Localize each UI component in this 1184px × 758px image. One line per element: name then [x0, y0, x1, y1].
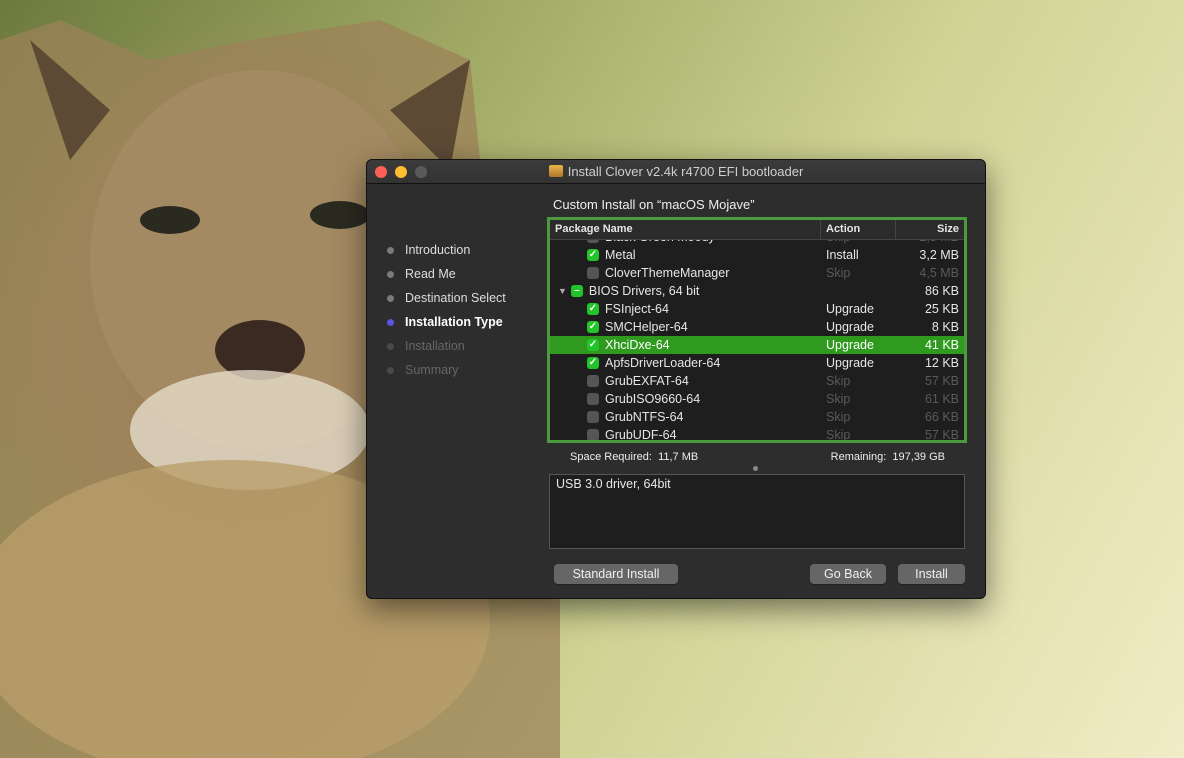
table-row[interactable]: GrubNTFS-64 Skip 66 KB: [550, 408, 964, 426]
package-checkbox[interactable]: [587, 375, 599, 387]
table-row[interactable]: ✓ Metal Install 3,2 MB: [550, 246, 964, 264]
title-bar[interactable]: Install Clover v2.4k r4700 EFI bootloade…: [367, 160, 985, 184]
step-label: Summary: [405, 363, 459, 377]
package-name: GrubNTFS-64: [605, 410, 684, 424]
step-bullet-icon: [387, 295, 394, 302]
package-name: XhciDxe-64: [605, 338, 670, 352]
minimize-button[interactable]: [395, 166, 407, 178]
package-action: Skip: [826, 410, 851, 424]
package-checkbox[interactable]: [587, 429, 599, 440]
space-required-label: Space Required:: [570, 451, 652, 463]
table-row[interactable]: ✓ FSInject-64 Upgrade 25 KB: [550, 300, 964, 318]
package-checkbox[interactable]: [587, 267, 599, 279]
package-size: 3,2 MB: [919, 248, 959, 262]
step-bullet-icon: [387, 271, 394, 278]
package-size: 66 KB: [924, 410, 959, 424]
window-title: Install Clover v2.4k r4700 EFI bootloade…: [567, 164, 804, 179]
package-size: 61 KB: [924, 392, 959, 406]
package-name: Metal: [605, 248, 636, 262]
step-label: Installation: [405, 339, 465, 353]
step-bullet-icon: [387, 343, 394, 350]
package-checkbox[interactable]: ✓: [587, 321, 599, 333]
table-row[interactable]: ▼ – BIOS Drivers, 64 bit 86 KB: [550, 282, 964, 300]
package-size: 57 KB: [924, 374, 959, 388]
package-name: SMCHelper-64: [605, 320, 688, 334]
table-row[interactable]: GrubEXFAT-64 Skip 57 KB: [550, 372, 964, 390]
package-size: 41 KB: [924, 338, 959, 352]
table-row[interactable]: ✓ XhciDxe-64 Upgrade 41 KB: [550, 336, 964, 354]
package-size: 86 KB: [924, 284, 959, 298]
step-label: Installation Type: [405, 315, 503, 329]
step-bullet-icon: [387, 247, 394, 254]
package-name: GrubUDF-64: [605, 428, 677, 440]
package-checkbox[interactable]: –: [570, 285, 583, 297]
step-label: Read Me: [405, 267, 456, 281]
package-checkbox[interactable]: [587, 411, 599, 423]
table-row[interactable]: CloverThemeManager Skip 4,5 MB: [550, 264, 964, 282]
package-action: Skip: [826, 428, 851, 440]
package-checkbox[interactable]: ✓: [587, 249, 599, 261]
package-action: [823, 282, 898, 300]
package-checkbox[interactable]: [587, 393, 599, 405]
package-action: Skip: [826, 374, 851, 388]
package-checkbox[interactable]: ✓: [587, 357, 599, 369]
step-introduction: Introduction: [387, 242, 506, 266]
step-installation-type: Installation Type: [387, 314, 506, 338]
package-action: Upgrade: [826, 302, 874, 316]
column-action[interactable]: Action: [820, 220, 895, 239]
package-size: 57 KB: [924, 428, 959, 440]
package-icon: [548, 165, 563, 177]
package-size: 25 KB: [924, 302, 959, 316]
step-installation: Installation: [387, 338, 506, 362]
space-summary: Space Required: 11,7 MB Remaining: 197,3…: [550, 448, 965, 474]
package-name: GrubISO9660-64: [605, 392, 701, 406]
space-required-value: 11,7 MB: [658, 451, 699, 463]
step-read-me: Read Me: [387, 266, 506, 290]
remaining-value: 197,39 GB: [892, 451, 945, 463]
package-action: Upgrade: [826, 356, 874, 370]
package-action: Install: [826, 248, 859, 262]
package-checkbox[interactable]: [587, 240, 599, 243]
standard-install-button[interactable]: Standard Install: [554, 564, 678, 584]
package-name: BIOS Drivers, 64 bit: [588, 284, 700, 298]
table-row[interactable]: GrubUDF-64 Skip 57 KB: [550, 426, 964, 440]
package-action: Upgrade: [826, 320, 874, 334]
page-heading: Custom Install on “macOS Mojave”: [553, 197, 755, 212]
package-action: Upgrade: [826, 338, 874, 352]
steps-sidebar: Introduction Read Me Destination Select Ins…: [387, 242, 506, 386]
table-row[interactable]: ✓ SMCHelper-64 Upgrade 8 KB: [550, 318, 964, 336]
split-handle[interactable]: [753, 466, 758, 471]
install-button[interactable]: Install: [898, 564, 965, 584]
step-label: Introduction: [405, 243, 471, 257]
package-table: Package Name Action Size Black Green Moo…: [547, 217, 967, 443]
description-box: USB 3.0 driver, 64bit: [549, 474, 965, 549]
disclosure-triangle-icon[interactable]: ▼: [558, 282, 567, 300]
package-name: ApfsDriverLoader-64: [605, 356, 721, 370]
table-row[interactable]: GrubISO9660-64 Skip 61 KB: [550, 390, 964, 408]
package-name: GrubEXFAT-64: [605, 374, 689, 388]
package-size: 4,5 MB: [919, 266, 959, 280]
package-action: Skip: [826, 266, 851, 280]
table-row[interactable]: ✓ ApfsDriverLoader-64 Upgrade 12 KB: [550, 354, 964, 372]
package-checkbox[interactable]: ✓: [587, 339, 599, 351]
package-action: Skip: [826, 392, 851, 406]
step-bullet-icon: [387, 367, 394, 374]
go-back-button[interactable]: Go Back: [810, 564, 886, 584]
step-destination-select: Destination Select: [387, 290, 506, 314]
close-button[interactable]: [375, 166, 387, 178]
package-size: 12 KB: [924, 356, 959, 370]
step-label: Destination Select: [405, 291, 506, 305]
package-name: FSInject-64: [605, 302, 669, 316]
table-header: Package Name Action Size: [550, 220, 964, 240]
column-size[interactable]: Size: [895, 220, 964, 239]
remaining-label: Remaining:: [830, 451, 887, 463]
package-size: 8 KB: [931, 320, 959, 334]
package-checkbox[interactable]: ✓: [587, 303, 599, 315]
step-bullet-icon: [387, 319, 394, 326]
zoom-button[interactable]: [415, 166, 427, 178]
package-name: CloverThemeManager: [605, 266, 730, 280]
installer-window: Install Clover v2.4k r4700 EFI bootloade…: [366, 159, 986, 599]
column-package-name[interactable]: Package Name: [550, 220, 820, 239]
step-summary: Summary: [387, 362, 506, 386]
